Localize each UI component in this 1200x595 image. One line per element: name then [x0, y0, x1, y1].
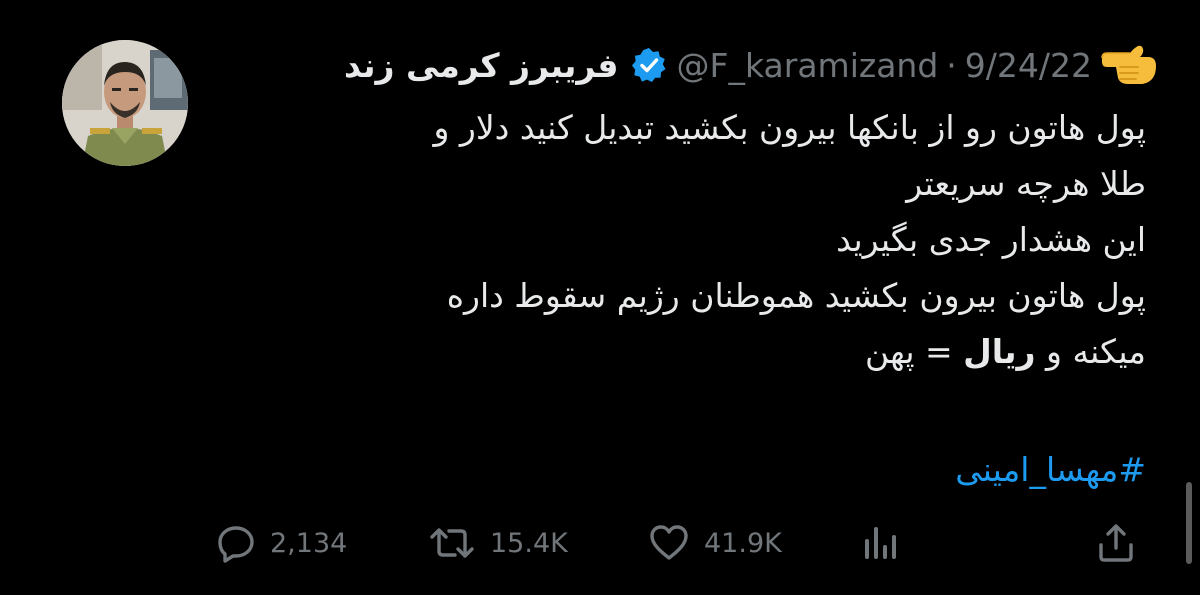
tweet-header: فریبرز کرمی زند @F_karamizand · 9/24/22	[344, 40, 1160, 90]
share-icon	[1096, 523, 1136, 563]
tweet-body-line: طلا هرچه سریعتر	[906, 164, 1146, 203]
like-button[interactable]: 41.9K	[648, 515, 782, 571]
tweet-body-line: پول هاتون بیرون بکشید هموطنان رژیم سقوط …	[446, 276, 1146, 315]
tweet: فریبرز کرمی زند @F_karamizand · 9/24/22 …	[0, 0, 1200, 595]
tweet-date[interactable]: 9/24/22	[965, 46, 1092, 85]
reply-icon	[216, 523, 256, 563]
tweet-body-bold-text: ریال	[963, 332, 1036, 371]
scrollbar-thumb[interactable]	[1186, 482, 1192, 564]
share-button[interactable]	[1096, 515, 1136, 571]
heart-icon	[648, 523, 690, 563]
reply-count: 2,134	[270, 527, 348, 559]
tweet-body-line: این هشدار جدی بگیرید	[836, 220, 1146, 259]
user-handle[interactable]: @F_karamizand	[677, 46, 939, 85]
views-icon	[862, 523, 898, 563]
retweet-count: 15.4K	[490, 527, 568, 559]
tweet-body-text: میکنه و	[1035, 332, 1146, 371]
retweet-icon	[428, 523, 476, 563]
verified-badge-icon	[631, 47, 667, 83]
hashtag-link[interactable]: #مهسا_امینی	[955, 442, 1146, 498]
like-count: 41.9K	[704, 527, 782, 559]
tweet-body-text: = پهن	[864, 332, 964, 371]
retweet-button[interactable]: 15.4K	[428, 515, 568, 571]
display-name[interactable]: فریبرز کرمی زند	[344, 46, 619, 85]
tweet-body-line: میکنه و ریال = پهن	[246, 324, 1146, 380]
views-button[interactable]	[862, 515, 898, 571]
header-separator: ·	[946, 45, 957, 85]
tweet-actions: 2,134 15.4K 41.9K	[0, 515, 1200, 571]
tweet-body: پول هاتون رو از بانکها بیرون بکشید تبدیل…	[246, 100, 1146, 380]
reply-button[interactable]: 2,134	[216, 515, 347, 571]
tweet-body-line: پول هاتون رو از بانکها بیرون بکشید تبدیل…	[433, 108, 1146, 147]
avatar[interactable]	[62, 40, 188, 166]
pointing-hand-emoji-icon	[1098, 40, 1160, 90]
